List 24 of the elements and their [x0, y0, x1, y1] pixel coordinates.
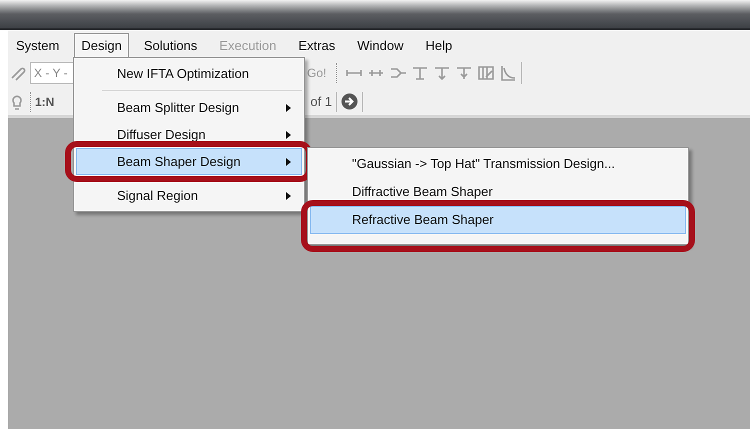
curve-chart-icon[interactable]	[499, 64, 518, 82]
branch-icon[interactable]	[433, 64, 452, 82]
menu-item[interactable]: Window	[350, 33, 410, 58]
ratio-text[interactable]: 1:N	[35, 92, 54, 110]
submenu-arrow-icon	[286, 158, 291, 166]
submenu-item[interactable]: "Gaussian -> Top Hat" Transmission Design...	[310, 150, 686, 178]
submenu-item[interactable]: Refractive Beam Shaper	[310, 206, 686, 234]
submenu-arrow-icon	[286, 104, 291, 112]
menu-item[interactable]: Help	[418, 33, 460, 58]
branch-icon[interactable]	[455, 64, 474, 82]
dropdown-menu-item[interactable]: Beam Splitter Design	[76, 94, 302, 121]
submenu-arrow-icon	[286, 192, 291, 200]
table-edit-icon[interactable]	[477, 64, 496, 82]
dropdown-menu-item[interactable]: Diffuser Design	[76, 121, 302, 148]
menu-item[interactable]: Extras	[291, 33, 342, 58]
dropdown-menu-item[interactable]: Beam Shaper Design	[76, 148, 302, 175]
dropdown-menu-item[interactable]: Signal Region	[76, 182, 302, 209]
menu-item[interactable]: Solutions	[136, 33, 204, 58]
page-count-text: of 1	[310, 92, 332, 111]
submenu-item[interactable]: Diffractive Beam Shaper	[310, 178, 686, 206]
menu-item[interactable]: Design	[74, 33, 129, 58]
submenu-arrow-icon	[286, 130, 291, 138]
branch-icon[interactable]	[411, 64, 430, 82]
menu-item[interactable]: System	[9, 33, 66, 58]
